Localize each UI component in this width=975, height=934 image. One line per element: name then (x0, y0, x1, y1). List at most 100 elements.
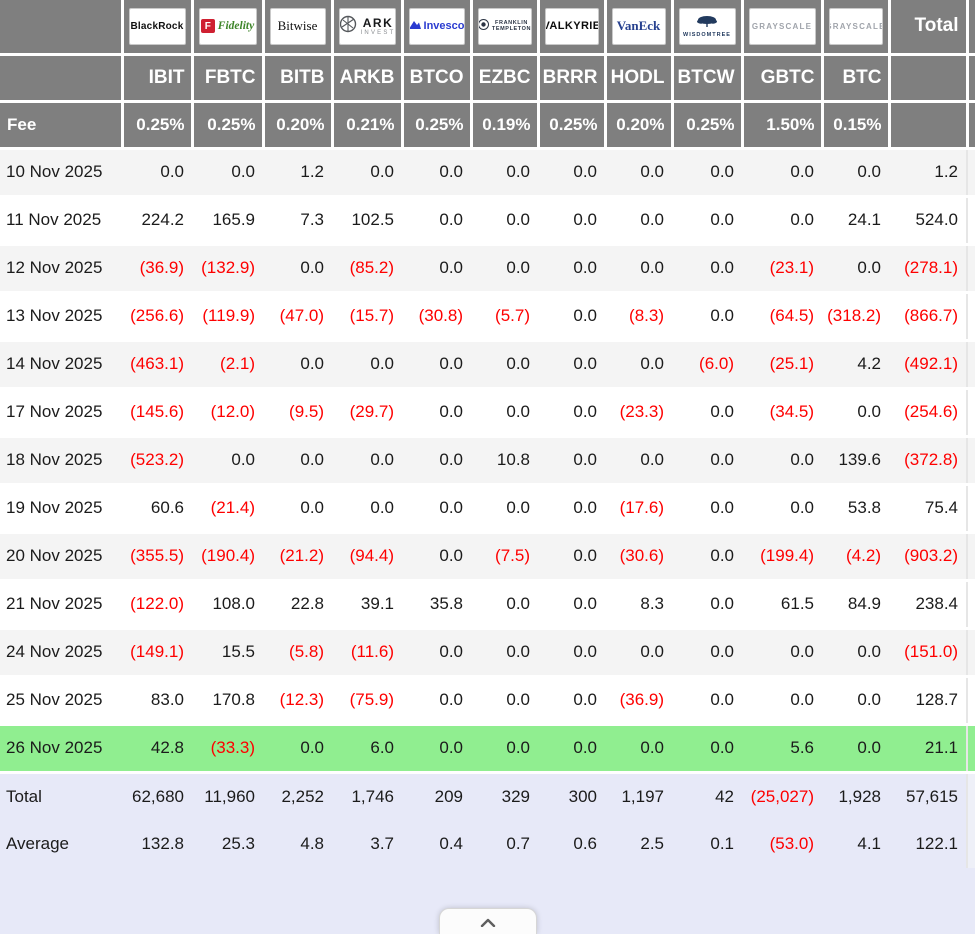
flow-value-cell: 0.0 (402, 628, 471, 676)
grayscale-wordmark: GRAYSCALE (829, 22, 883, 31)
ticker-cell: BRRR (538, 54, 605, 101)
flow-value-cell: (149.1) (122, 628, 192, 676)
flow-value-cell: 0.0 (538, 628, 605, 676)
flow-value-cell: (256.6) (122, 292, 192, 340)
summary-value-cell: 0.4 (402, 820, 471, 868)
table-row: 25 Nov 202583.0170.8(12.3)(75.9)0.00.00.… (0, 676, 975, 724)
flow-value-cell: 0.0 (822, 724, 889, 772)
table-row: 26 Nov 202542.8(33.3)0.06.00.00.00.00.00… (0, 724, 975, 772)
date-cell: 12 Nov 2025 (0, 244, 122, 292)
provider-header-cell: GRAYSCALE (742, 0, 822, 54)
flow-value-cell: 0.0 (605, 196, 672, 244)
flow-value-cell: 0.0 (822, 676, 889, 724)
flow-value-cell: (6.0) (672, 340, 742, 388)
scroll-to-top-button[interactable] (439, 908, 537, 934)
ticker-cell: ARKB (332, 54, 402, 101)
fee-total-cell (889, 101, 967, 148)
fee-cell: 0.25% (538, 101, 605, 148)
summary-value-cell: 329 (471, 772, 538, 820)
provider-header-cell: FFidelity (192, 0, 263, 54)
provider-logo-invesco: Invesco (409, 8, 465, 45)
flow-value-cell: (151.0) (889, 628, 967, 676)
ticker-cell: IBIT (122, 54, 192, 101)
table-row: 21 Nov 2025(122.0)108.022.839.135.80.00.… (0, 580, 975, 628)
flow-value-cell: (355.5) (122, 532, 192, 580)
flow-value-cell: 0.0 (742, 676, 822, 724)
flow-value-cell: (190.4) (192, 532, 263, 580)
row-edge-cell (967, 196, 975, 244)
flow-value-cell: 0.0 (538, 196, 605, 244)
header-edge-cell (967, 0, 975, 54)
flow-value-cell: (903.2) (889, 532, 967, 580)
ticker-total-cell (889, 54, 967, 101)
header-edge-cell (967, 54, 975, 101)
bitwise-wordmark: Bitwise (278, 18, 318, 34)
flow-value-cell: 42.8 (122, 724, 192, 772)
fee-cell: 0.25% (672, 101, 742, 148)
flow-value-cell: 0.0 (672, 388, 742, 436)
summary-row: Total62,68011,9602,2521,7462093293001,19… (0, 772, 975, 820)
flow-value-cell: (23.3) (605, 388, 672, 436)
flow-value-cell: (17.6) (605, 484, 672, 532)
flow-value-cell: 170.8 (192, 676, 263, 724)
flow-value-cell: 0.0 (471, 244, 538, 292)
flow-value-cell: 0.0 (538, 676, 605, 724)
flow-value-cell: 0.0 (263, 724, 332, 772)
fee-cell: 0.20% (605, 101, 672, 148)
flow-value-cell: 102.5 (332, 196, 402, 244)
date-cell: 24 Nov 2025 (0, 628, 122, 676)
flow-value-cell: (75.9) (332, 676, 402, 724)
flow-value-cell: 0.0 (538, 532, 605, 580)
flow-value-cell: (278.1) (889, 244, 967, 292)
flow-value-cell: 224.2 (122, 196, 192, 244)
header-edge-cell (967, 101, 975, 148)
flow-value-cell: 0.0 (672, 292, 742, 340)
flow-value-cell: 0.0 (402, 388, 471, 436)
flow-value-cell: (254.6) (889, 388, 967, 436)
row-edge-cell (967, 820, 975, 868)
flow-value-cell: (463.1) (122, 340, 192, 388)
flow-value-cell: 0.0 (263, 436, 332, 484)
flow-value-cell: (122.0) (122, 580, 192, 628)
flow-value-cell: 0.0 (822, 244, 889, 292)
date-cell: 19 Nov 2025 (0, 484, 122, 532)
flow-value-cell: 0.0 (538, 484, 605, 532)
table-row: 17 Nov 2025(145.6)(12.0)(9.5)(29.7)0.00.… (0, 388, 975, 436)
fee-cell: 0.15% (822, 101, 889, 148)
table-header: BlackRockFFidelityBitwiseARKINVESTInvesc… (0, 0, 975, 148)
flow-value-cell: (64.5) (742, 292, 822, 340)
date-cell: 17 Nov 2025 (0, 388, 122, 436)
summary-value-cell: 0.1 (672, 820, 742, 868)
summary-value-cell: (25,027) (742, 772, 822, 820)
flow-value-cell: (199.4) (742, 532, 822, 580)
summary-value-cell: 57,615 (889, 772, 967, 820)
flow-value-cell: 0.0 (605, 724, 672, 772)
flow-value-cell: 0.0 (605, 148, 672, 196)
ark-invest-subtext: INVEST (361, 30, 396, 36)
ticker-cell: GBTC (742, 54, 822, 101)
flow-value-cell: 0.0 (471, 580, 538, 628)
provider-logo-fidelity: FFidelity (199, 8, 257, 45)
fee-cell: 0.20% (263, 101, 332, 148)
flow-value-cell: 61.5 (742, 580, 822, 628)
flow-value-cell: 35.8 (402, 580, 471, 628)
flow-value-cell: 0.0 (742, 484, 822, 532)
flow-value-cell: (23.1) (742, 244, 822, 292)
flow-value-cell: (9.5) (263, 388, 332, 436)
flow-value-cell: 128.7 (889, 676, 967, 724)
flow-value-cell: 0.0 (471, 148, 538, 196)
flow-value-cell: 1.2 (263, 148, 332, 196)
provider-logo-grayscale: GRAYSCALE (829, 8, 883, 45)
flow-value-cell: 238.4 (889, 580, 967, 628)
ticker-cell: BITB (263, 54, 332, 101)
provider-logo-ark: ARKINVEST (339, 8, 396, 45)
flow-value-cell: 524.0 (889, 196, 967, 244)
provider-logo-grayscale: GRAYSCALE (749, 8, 816, 45)
ticker-cell: BTCW (672, 54, 742, 101)
summary-value-cell: 1,746 (332, 772, 402, 820)
fidelity-wordmark: FFidelity (201, 19, 254, 33)
provider-header-cell: Bitwise (263, 0, 332, 54)
ticker-cell: EZBC (471, 54, 538, 101)
fee-row: Fee0.25%0.25%0.20%0.21%0.25%0.19%0.25%0.… (0, 101, 975, 148)
flow-value-cell: 22.8 (263, 580, 332, 628)
